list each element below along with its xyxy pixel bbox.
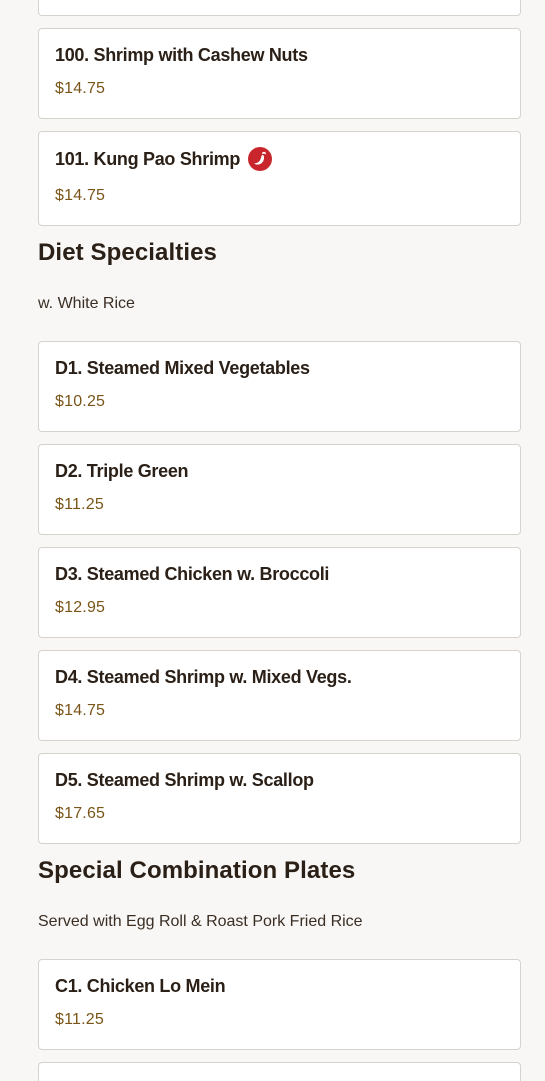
menu-item-price: $14.75	[55, 80, 106, 97]
menu-item-name-row: 101. Kung Pao Shrimp	[55, 147, 273, 171]
menu-item-card[interactable]: D5. Steamed Shrimp w. Scallop $17.65	[38, 753, 521, 844]
menu-item-name: C1. Chicken Lo Mein	[55, 976, 226, 996]
menu-item-price: $14.75	[55, 702, 106, 719]
menu-item-name: D3. Steamed Chicken w. Broccoli	[55, 564, 330, 584]
menu-item-name: 100. Shrimp with Cashew Nuts	[55, 45, 308, 65]
menu-item-card[interactable]: 101. Kung Pao Shrimp $14.75	[38, 131, 521, 226]
menu-item-card[interactable]: D4. Steamed Shrimp w. Mixed Vegs. $14.75	[38, 650, 521, 741]
menu-page: 100. Shrimp with Cashew Nuts $14.75 101.…	[0, 0, 545, 1081]
section-subtitle: Served with Egg Roll & Roast Pork Fried …	[38, 913, 363, 930]
menu-item-card[interactable]: D1. Steamed Mixed Vegetables $10.25	[38, 341, 521, 432]
section-title-special-combination-plates: Special Combination Plates	[38, 857, 356, 884]
menu-item-name: D4. Steamed Shrimp w. Mixed Vegs.	[55, 667, 352, 687]
menu-item-price: $11.25	[55, 496, 104, 513]
menu-item-name: D5. Steamed Shrimp w. Scallop	[55, 770, 314, 790]
menu-item-name: D2. Triple Green	[55, 461, 189, 481]
menu-item-price: $12.95	[55, 599, 106, 616]
section-title-diet-specialties: Diet Specialties	[38, 239, 218, 266]
menu-item-price: $10.25	[55, 393, 106, 410]
menu-item-price: $14.75	[55, 187, 106, 204]
menu-item-card[interactable]: 100. Shrimp with Cashew Nuts $14.75	[38, 28, 521, 119]
menu-item-name: D1. Steamed Mixed Vegetables	[55, 358, 310, 378]
menu-item-price: $11.25	[55, 1011, 104, 1028]
menu-item-card[interactable]: D3. Steamed Chicken w. Broccoli $12.95	[38, 547, 521, 638]
spicy-chili-icon	[248, 147, 273, 171]
menu-item-price: $17.65	[55, 805, 106, 822]
menu-item-card[interactable]: C1. Chicken Lo Mein $11.25	[38, 959, 521, 1050]
menu-item-card[interactable]: D2. Triple Green $11.25	[38, 444, 521, 535]
menu-item-card-partial[interactable]	[38, 0, 521, 16]
menu-item-card-partial[interactable]	[38, 1062, 521, 1081]
section-subtitle: w. White Rice	[38, 295, 135, 312]
menu-item-name: 101. Kung Pao Shrimp	[55, 148, 241, 169]
